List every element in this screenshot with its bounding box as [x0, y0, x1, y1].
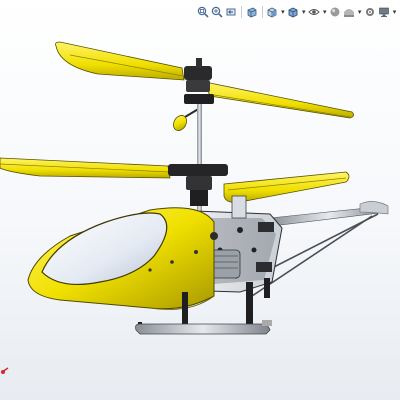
upper-rotor-blade-left[interactable]	[55, 41, 185, 81]
upper-rotor-blade-right[interactable]	[204, 81, 354, 119]
tail-boom[interactable]	[269, 201, 389, 227]
lower-rotor-hub[interactable]	[168, 164, 228, 206]
upper-rotor-hub[interactable]	[184, 58, 214, 104]
graphics-area[interactable]	[0, 0, 400, 400]
lower-rotor-blade-left[interactable]	[0, 157, 171, 179]
flybar-weight[interactable]	[171, 107, 201, 133]
view-triad-icon	[1, 367, 9, 374]
